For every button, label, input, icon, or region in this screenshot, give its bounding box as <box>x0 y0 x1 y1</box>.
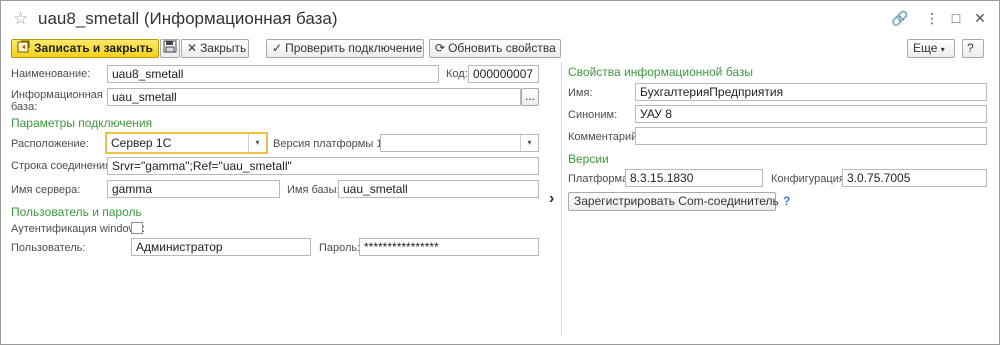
location-dropdown[interactable]: Сервер 1С ▾ <box>105 132 268 154</box>
form-window: ☆ uau8_smetall (Информационная база) 🔗 ⋮… <box>0 0 1000 345</box>
windows-auth-checkbox[interactable] <box>131 222 143 234</box>
database-name-label: Имя базы: <box>287 184 340 196</box>
more-button[interactable]: Еще ▾ <box>907 39 955 58</box>
panel-divider <box>561 62 562 336</box>
config-name-field[interactable]: БухгалтерияПредприятия <box>635 83 987 101</box>
connection-string-label: Строка соединения: <box>11 160 115 172</box>
link-icon[interactable]: 🔗 <box>891 10 909 26</box>
help-question-icon[interactable]: ? <box>783 194 790 208</box>
connection-string-field[interactable]: Srvr="gamma";Ref="uau_smetall" <box>107 157 539 175</box>
configuration-label: Конфигурация: <box>771 173 848 185</box>
save-and-close-label: Записать и закрыть <box>34 41 153 56</box>
help-button[interactable]: ? <box>962 39 984 58</box>
code-label: Код: <box>446 68 468 80</box>
checkmark-icon: ✓ <box>272 41 283 56</box>
chevron-down-icon[interactable]: ▾ <box>520 135 538 151</box>
infobase-field[interactable]: uau_smetall <box>107 88 521 106</box>
windows-auth-label: Аутентификация windows: <box>11 223 146 235</box>
comment-field[interactable] <box>635 127 987 145</box>
close-icon[interactable]: ✕ <box>971 10 989 26</box>
user-label: Пользователь: <box>11 242 86 254</box>
help-label: ? <box>967 41 974 55</box>
connection-section-title: Параметры подключения <box>11 116 153 130</box>
check-connection-button[interactable]: ✓ Проверить подключение <box>266 39 424 58</box>
name-label: Наименование: <box>11 68 91 80</box>
chevron-down-icon: ▾ <box>940 45 945 54</box>
infobase-select-button[interactable]: ... <box>521 88 539 106</box>
config-name-label: Имя: <box>568 87 593 99</box>
server-name-field[interactable]: gamma <box>107 180 280 198</box>
configuration-field[interactable]: 3.0.75.7005 <box>842 169 987 187</box>
password-label: Пароль: <box>319 242 361 254</box>
page-title: uau8_smetall (Информационная база) <box>38 9 338 28</box>
splitter-arrow-icon[interactable]: › <box>549 190 554 208</box>
location-value: Сервер 1С <box>111 136 172 150</box>
chevron-down-icon[interactable]: ▾ <box>248 134 266 152</box>
close-label: Закрыть <box>200 41 247 55</box>
more-vertical-icon[interactable]: ⋮ <box>923 10 941 26</box>
password-field[interactable]: **************** <box>359 238 539 256</box>
infobase-properties-section-title: Свойства информационной базы <box>568 65 753 79</box>
maximize-icon[interactable]: □ <box>947 10 965 26</box>
refresh-properties-label: Обновить свойства <box>448 41 556 55</box>
refresh-icon: ⟳ <box>435 41 446 56</box>
versions-section-title: Версии <box>568 152 609 166</box>
save-and-close-button[interactable]: Записать и закрыть <box>11 39 159 58</box>
infobase-label-2: база: <box>11 101 38 113</box>
floppy-disk-icon <box>163 40 177 58</box>
close-x-icon: ✕ <box>187 41 198 56</box>
platform-label: Платформа: <box>568 173 632 185</box>
location-label: Расположение: <box>11 138 89 150</box>
check-connection-label: Проверить подключение <box>285 41 423 55</box>
code-field[interactable]: 000000007 <box>468 65 539 83</box>
save-button[interactable] <box>160 39 180 58</box>
register-com-button[interactable]: Зарегистрировать Com-соединитель <box>568 192 779 211</box>
database-name-field[interactable]: uau_smetall <box>338 180 539 198</box>
favorite-star-icon[interactable]: ☆ <box>13 9 28 29</box>
platform-field[interactable]: 8.3.15.1830 <box>625 169 763 187</box>
close-button[interactable]: ✕ Закрыть <box>181 39 249 58</box>
refresh-properties-button[interactable]: ⟳ Обновить свойства <box>429 39 561 58</box>
user-field[interactable]: Администратор <box>131 238 311 256</box>
user-section-title: Пользователь и пароль <box>11 205 142 219</box>
name-field[interactable]: uau8_smetall <box>107 65 439 83</box>
platform-version-label: Версия платформы 1С: <box>273 138 394 150</box>
synonym-label: Синоним: <box>568 109 618 121</box>
more-label: Еще <box>913 41 938 55</box>
comment-label: Комментарий: <box>568 131 641 143</box>
server-name-label: Имя сервера: <box>11 184 81 196</box>
synonym-field[interactable]: УАУ 8 <box>635 105 987 123</box>
save-close-icon <box>17 40 31 58</box>
platform-version-dropdown[interactable]: ▾ <box>380 134 539 152</box>
